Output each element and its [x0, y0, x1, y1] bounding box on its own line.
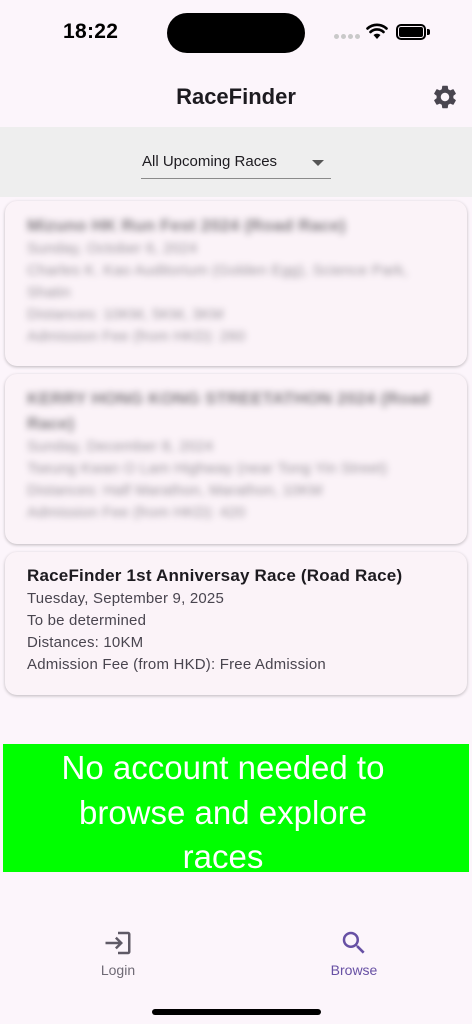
race-filter-dropdown[interactable]: All Upcoming Races [141, 149, 331, 179]
gear-icon[interactable] [431, 83, 459, 111]
race-venue: Charles K. Kao Auditorium (Golden Egg), … [27, 262, 408, 301]
race-fee: Admission Fee (from HKD): 260 [27, 328, 246, 345]
nav-login[interactable]: Login [58, 928, 178, 978]
promo-banner-line: races [182, 838, 264, 875]
promo-banner-line: browse and explore [78, 793, 367, 831]
race-distances: Distances: 10KM [27, 634, 144, 651]
race-venue: To be determined [27, 612, 147, 629]
login-icon [105, 931, 131, 955]
race-venue: Tseung Kwan O Lam Highway (near Tong Yin… [27, 460, 388, 477]
battery-icon [396, 24, 430, 41]
race-title: RaceFinder 1st Anniversay Race (Road Rac… [27, 566, 403, 585]
promo-banner: No account needed to browse and explore … [3, 744, 469, 875]
nav-browse[interactable]: Browse [294, 928, 414, 978]
race-date: Tuesday, September 9, 2025 [27, 590, 224, 607]
wifi-icon [366, 23, 388, 39]
race-title: KERRY HONG KONG STREETATHON 2024 (Road R… [27, 389, 430, 433]
filter-bar: All Upcoming Races [0, 127, 472, 197]
race-date: Sunday, October 6, 2024 [27, 240, 198, 257]
race-card[interactable]: Mizuno HK Run Fest 2024 (Road Race) Sund… [5, 201, 467, 366]
race-card[interactable]: RaceFinder 1st Anniversay Race (Road Rac… [5, 552, 467, 695]
race-fee: Admission Fee (from HKD): Free Admission [27, 656, 326, 673]
race-distances: Distances: 10KM, 5KM, 3KM [27, 306, 224, 323]
race-distances: Distances: Half Marathon, Marathon, 10KM [27, 482, 323, 499]
status-bar: 18:22 [0, 0, 472, 64]
race-card[interactable]: KERRY HONG KONG STREETATHON 2024 (Road R… [5, 374, 467, 544]
dynamic-island [167, 13, 305, 53]
promo-banner-line: No account needed to [61, 749, 385, 786]
race-fee: Admission Fee (from HKD): 420 [27, 504, 246, 521]
nav-browse-label: Browse [330, 962, 378, 978]
promo-banner-text: No account needed to browse and explore … [3, 746, 443, 880]
bottom-nav: Login Browse [0, 920, 472, 990]
cellular-signal-icon [334, 34, 360, 40]
status-time: 18:22 [63, 20, 119, 43]
dropdown-arrow-icon [312, 160, 324, 166]
home-indicator[interactable] [152, 1009, 321, 1015]
search-icon [342, 931, 365, 954]
app-title: RaceFinder [176, 84, 296, 109]
race-filter-selected: All Upcoming Races [142, 153, 278, 170]
nav-login-label: Login [100, 962, 136, 978]
race-title: Mizuno HK Run Fest 2024 (Road Race) [27, 216, 346, 235]
app-bar: RaceFinder [0, 64, 472, 127]
race-date: Sunday, December 8, 2024 [27, 438, 214, 455]
